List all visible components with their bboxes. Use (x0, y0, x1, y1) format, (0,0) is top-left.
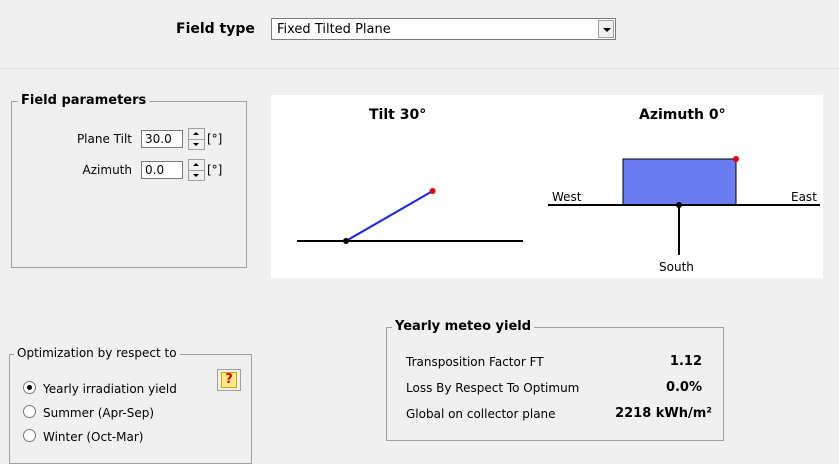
tilt-pivot-point (343, 238, 349, 244)
tilt-plane-line (345, 190, 434, 242)
azimuth-label: Azimuth (82, 163, 132, 177)
question-mark-icon: ? (221, 372, 237, 388)
field-type-dropdown[interactable]: Fixed Tilted Plane (271, 18, 616, 40)
east-label: East (791, 190, 817, 204)
plane-tilt-input[interactable]: 30.0 (141, 130, 183, 148)
west-label: West (552, 190, 582, 204)
field-parameters-title: Field parameters (18, 93, 150, 108)
field-type-value: Fixed Tilted Plane (277, 22, 391, 37)
loss-optimum-label: Loss By Respect To Optimum (406, 381, 580, 395)
plane-tilt-unit: [°] (207, 132, 223, 146)
radio-summer[interactable]: Summer (Apr-Sep) (23, 405, 154, 420)
spin-down-icon[interactable] (189, 139, 204, 149)
radio-icon[interactable] (23, 429, 36, 442)
azimuth-spinner[interactable] (188, 159, 205, 181)
radio-summer-label: Summer (Apr-Sep) (43, 406, 155, 420)
chevron-down-icon[interactable] (598, 20, 614, 38)
yearly-meteo-yield-title: Yearly meteo yield (392, 319, 535, 334)
radio-yearly[interactable]: Yearly irradiation yield (23, 381, 177, 396)
orientation-diagram: Tilt 30° Azimuth 0° West East South (271, 95, 823, 278)
south-label: South (659, 260, 694, 274)
help-button[interactable]: ? (217, 369, 241, 391)
global-collector-value: 2218 kWh/m² (615, 406, 712, 421)
azimuth-unit: [°] (207, 163, 223, 177)
azimuth-marker-point (733, 156, 739, 162)
loss-optimum-value: 0.0% (665, 380, 702, 395)
azimuth-plane-rect (622, 158, 737, 206)
radio-icon[interactable] (23, 381, 36, 394)
radio-icon[interactable] (23, 405, 36, 418)
optimization-title: Optimization by respect to (14, 346, 180, 360)
azimuth-input[interactable]: 0.0 (141, 161, 183, 179)
radio-yearly-label: Yearly irradiation yield (43, 382, 177, 396)
field-parameters-group (11, 101, 247, 268)
radio-winter[interactable]: Winter (Oct-Mar) (23, 429, 143, 444)
plane-tilt-spinner[interactable] (188, 128, 205, 150)
transposition-factor-value: 1.12 (669, 354, 702, 369)
global-collector-label: Global on collector plane (406, 407, 556, 421)
transposition-factor-label: Transposition Factor FT (406, 355, 544, 369)
radio-winter-label: Winter (Oct-Mar) (43, 430, 144, 444)
azimuth-center-point (676, 202, 682, 208)
separator (0, 68, 839, 69)
orientation-diagram-svg (297, 156, 820, 255)
field-type-label: Field type (176, 21, 255, 37)
tilt-marker-point (429, 188, 436, 194)
spin-down-icon[interactable] (189, 170, 204, 180)
plane-tilt-label: Plane Tilt (76, 132, 132, 146)
